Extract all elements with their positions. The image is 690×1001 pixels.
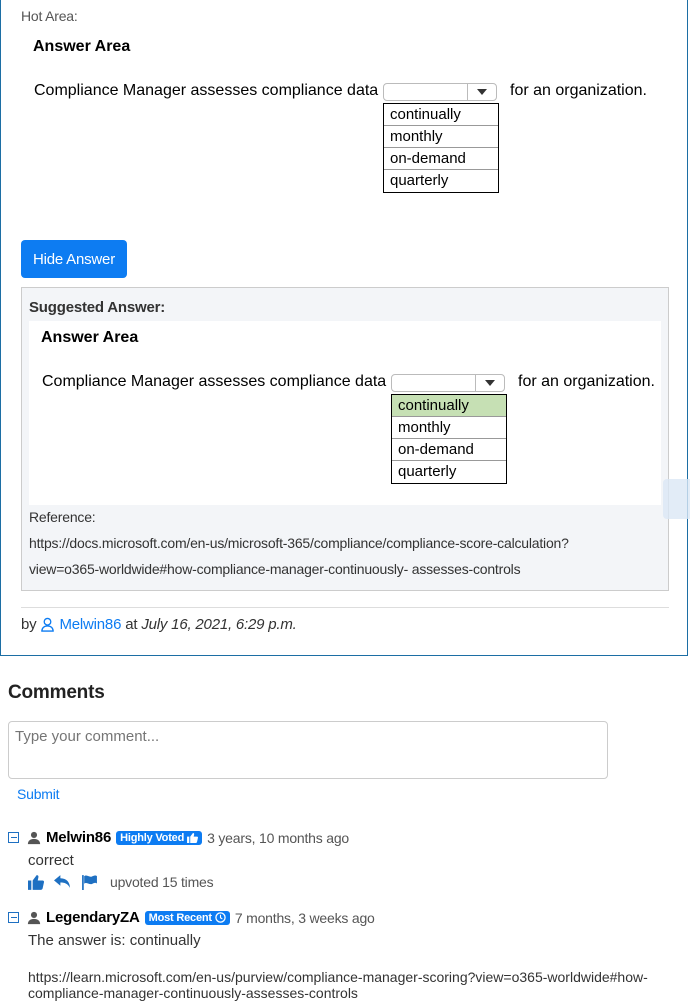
comment-text: The answer is: continually	[28, 932, 201, 949]
option-item: quarterly	[398, 463, 457, 480]
collapse-icon[interactable]	[8, 832, 19, 843]
reference-link[interactable]: https://docs.microsoft.com/en-us/microso…	[29, 535, 569, 551]
answer-area-title: Answer Area	[33, 38, 131, 55]
dropdown-options: continually monthly on-demand quarterly	[391, 394, 507, 484]
suggested-answer-area: Answer Area Compliance Manager assesses …	[29, 321, 661, 505]
highly-voted-badge: Highly Voted	[116, 830, 203, 845]
dropdown-options: continually monthly on-demand quarterly	[383, 103, 499, 193]
comment-time: 7 months, 3 weeks ago	[234, 909, 375, 926]
option-item[interactable]: on-demand	[384, 148, 498, 170]
answer-area-title: Answer Area	[41, 329, 139, 346]
thumbs-up-icon	[187, 832, 199, 843]
upvote-icon[interactable]	[28, 874, 44, 890]
comments-heading: Comments	[8, 682, 105, 703]
badge-label: Most Recent	[148, 911, 212, 924]
sentence-start: Compliance Manager assesses compliance d…	[42, 373, 387, 390]
answer-dropdown	[391, 374, 505, 392]
collapse-icon[interactable]	[8, 912, 19, 923]
clock-icon	[215, 912, 226, 923]
comment-username[interactable]: LegendaryZA	[46, 909, 140, 926]
hot-area-label: Hot Area:	[21, 8, 78, 24]
option-item[interactable]: quarterly	[384, 170, 498, 192]
comment-username[interactable]: Melwin86	[46, 829, 111, 846]
user-icon	[27, 911, 41, 924]
author-link[interactable]: Melwin86	[59, 616, 121, 633]
scroll-top-button[interactable]	[663, 479, 690, 519]
comment-actions: upvoted 15 times	[28, 874, 214, 890]
option-item: monthly	[392, 417, 506, 439]
option-item-selected: continually	[392, 395, 506, 417]
divider	[21, 607, 669, 608]
user-icon	[27, 831, 41, 844]
reference-label: Reference:	[29, 509, 96, 525]
post-date: July 16, 2021, 6:29 p.m.	[141, 616, 297, 633]
sentence-start: Compliance Manager assesses compliance d…	[34, 82, 379, 99]
comment-header: LegendaryZA Most Recent 7 months, 3 week…	[8, 909, 375, 926]
most-recent-badge: Most Recent	[144, 910, 230, 925]
submit-button[interactable]: Submit	[17, 786, 60, 802]
hide-answer-button[interactable]: Hide Answer	[21, 240, 127, 278]
comment-header: Melwin86 Highly Voted 3 years, 10 months…	[8, 829, 349, 846]
chevron-down-icon	[475, 375, 504, 391]
answer-dropdown[interactable]	[383, 83, 497, 101]
by-text: by	[21, 616, 37, 633]
sentence-end: for an organization.	[518, 373, 655, 390]
at-text: at	[125, 616, 138, 633]
option-item[interactable]: monthly	[384, 126, 498, 148]
reference-link-cont[interactable]: view=o365-worldwide#how-compliance-manag…	[29, 561, 521, 577]
upvote-count: upvoted 15 times	[110, 874, 214, 890]
option-item: on-demand	[392, 439, 506, 461]
comment-link-line: compliance-manager-continuously-assesses…	[28, 985, 358, 1001]
suggested-answer-label: Suggested Answer:	[29, 299, 166, 316]
badge-label: Highly Voted	[120, 831, 185, 844]
author-line: by Melwin86 at July 16, 2021, 6:29 p.m.	[21, 616, 297, 633]
chevron-down-icon	[467, 84, 496, 100]
comment-time: 3 years, 10 months ago	[207, 829, 350, 846]
user-icon	[41, 617, 55, 632]
comment-link[interactable]: https://learn.microsoft.com/en-us/purvie…	[28, 969, 648, 1001]
sentence-end: for an organization.	[510, 82, 647, 99]
reply-icon[interactable]	[54, 874, 71, 890]
flag-icon[interactable]	[81, 874, 98, 890]
suggested-answer-panel: Suggested Answer: Answer Area Compliance…	[21, 287, 669, 591]
comment-text: correct	[28, 852, 74, 869]
comment-input[interactable]	[8, 721, 608, 779]
comment-link-line: https://learn.microsoft.com/en-us/purvie…	[28, 969, 648, 985]
option-item[interactable]: continually	[384, 104, 498, 126]
